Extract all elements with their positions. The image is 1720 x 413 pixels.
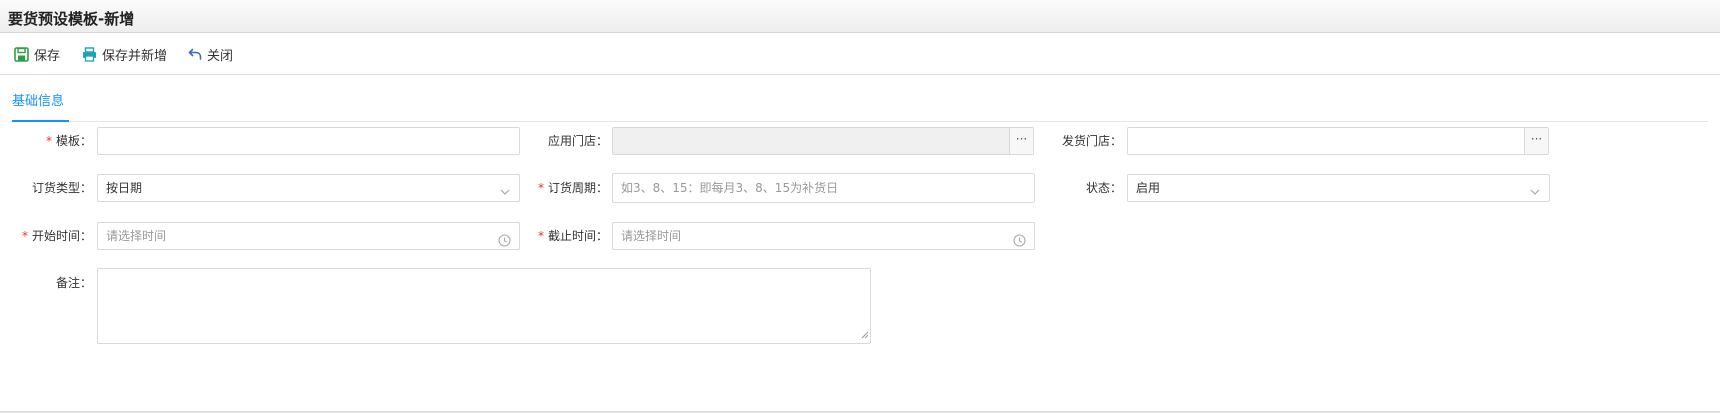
order-type-value: 按日期 <box>106 181 143 195</box>
order-cycle-placeholder: 如3、8、15：即每月3、8、15为补货日 <box>621 181 839 195</box>
template-label: * 模板： <box>45 134 92 148</box>
order-cycle-input[interactable]: 如3、8、15：即每月3、8、15为补货日 <box>612 173 1035 203</box>
order-type-label: 订货类型： <box>31 181 92 195</box>
clock-icon <box>498 230 511 256</box>
print-icon <box>82 46 97 62</box>
order-cycle-label: * 订货周期： <box>537 181 608 195</box>
page-title: 要货预设模板-新增 <box>8 10 135 28</box>
template-input[interactable] <box>97 127 520 155</box>
order-type-select[interactable]: 按日期 <box>97 174 520 202</box>
apply-store-label: 应用门店： <box>547 134 608 148</box>
save-icon <box>14 46 29 62</box>
tab-bar: 基础信息 <box>12 75 1708 122</box>
save-button[interactable]: 保存 <box>14 43 60 65</box>
clock-icon <box>1013 230 1026 256</box>
ship-store-picker-button[interactable]: ··· <box>1524 128 1548 154</box>
end-time-placeholder: 请选择时间 <box>621 229 682 243</box>
save-label: 保存 <box>34 48 61 64</box>
close-button[interactable]: 关闭 <box>188 43 233 65</box>
tab-basic-info[interactable]: 基础信息 <box>12 90 69 122</box>
save-and-new-button[interactable]: 保存并新增 <box>82 43 167 65</box>
apply-store-picker-button[interactable]: ··· <box>1009 128 1033 154</box>
ship-store-input[interactable]: ··· <box>1127 127 1549 155</box>
chevron-down-icon <box>1529 181 1541 207</box>
ship-store-label: 发货门店： <box>1061 134 1122 148</box>
save-and-new-label: 保存并新增 <box>102 48 168 64</box>
start-time-placeholder: 请选择时间 <box>106 229 167 243</box>
status-label: 状态： <box>1085 181 1122 195</box>
toolbar: 保存 保存并新增 关闭 <box>0 33 1720 75</box>
status-select[interactable]: 启用 <box>1127 174 1550 202</box>
end-time-picker[interactable]: 请选择时间 <box>612 222 1035 250</box>
title-bar: 要货预设模板-新增 <box>0 0 1720 33</box>
close-label: 关闭 <box>207 48 234 64</box>
apply-store-input: ··· <box>612 127 1034 155</box>
remark-label: 备注： <box>55 276 92 290</box>
start-time-picker[interactable]: 请选择时间 <box>97 222 520 250</box>
start-time-label: * 开始时间： <box>21 229 92 243</box>
required-mark: * <box>45 134 52 148</box>
resize-handle-icon[interactable] <box>861 328 869 342</box>
end-time-label: * 截止时间： <box>537 229 608 243</box>
undo-arrow-icon <box>188 47 202 61</box>
status-value: 启用 <box>1136 181 1161 195</box>
chevron-down-icon <box>499 181 511 207</box>
remark-textarea[interactable] <box>97 268 871 344</box>
